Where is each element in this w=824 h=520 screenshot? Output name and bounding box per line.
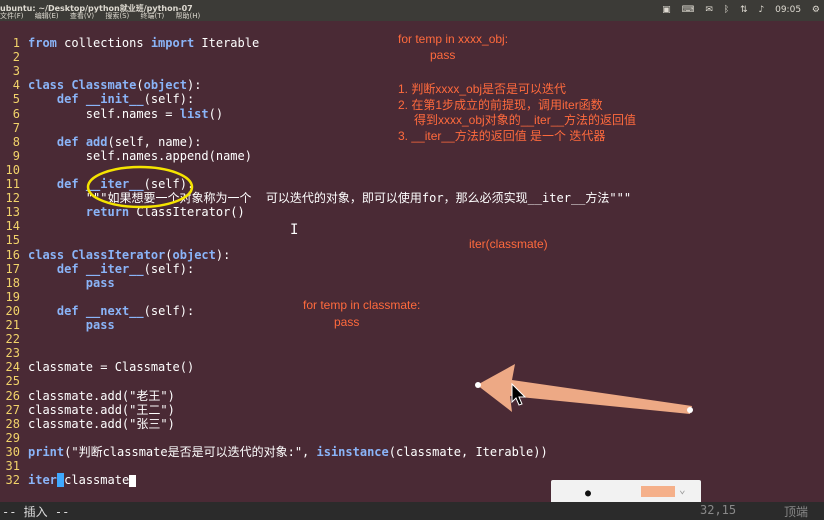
- drawing-overlay: [86, 165, 693, 414]
- pen-toolbar[interactable]: ● ⌄: [551, 480, 701, 504]
- vim-status-bar: -- 插入 -- 32,15 顶端: [0, 502, 824, 520]
- pointer-arrow: [477, 364, 692, 414]
- cursor-position: 32,15: [700, 503, 737, 517]
- chevron-down-icon[interactable]: ⌄: [679, 483, 686, 496]
- arrow-tail-dot: [687, 407, 693, 413]
- text-cursor-icon: I: [290, 222, 299, 238]
- pen-color-swatch[interactable]: [641, 486, 675, 497]
- pen-size-dot-icon[interactable]: ●: [585, 488, 591, 499]
- highlight-circle: [86, 165, 194, 209]
- scroll-position: 顶端: [784, 505, 809, 519]
- arrow-tip-dot: [475, 382, 481, 388]
- mode-indicator: -- 插入 --: [2, 505, 70, 519]
